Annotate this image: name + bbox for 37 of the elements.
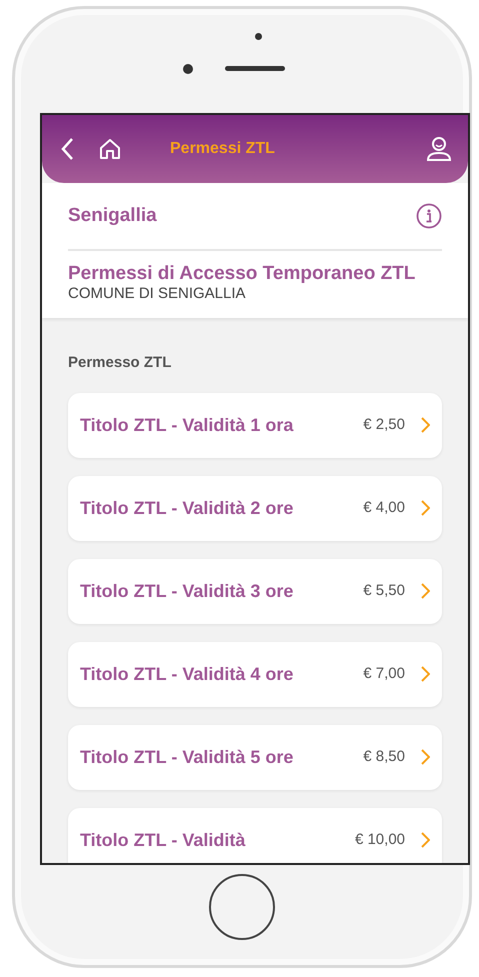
service-subtitle: COMUNE DI SENIGALLIA: [68, 286, 247, 302]
permit-card[interactable]: Titolo ZTL - Validità 3 ore € 5,50: [68, 558, 442, 624]
permit-price: € 7,00: [363, 664, 405, 684]
back-icon[interactable]: [60, 137, 74, 161]
permit-title: Titolo ZTL - Validità: [80, 830, 246, 852]
permit-card[interactable]: Titolo ZTL - Validità 5 ore € 8,50: [68, 724, 442, 790]
home-icon[interactable]: [98, 137, 122, 161]
permit-card[interactable]: Titolo ZTL - Validità € 10,00: [68, 808, 442, 863]
permit-title: Titolo ZTL - Validità 4 ore: [80, 664, 294, 686]
permit-title: Titolo ZTL - Validità 2 ore: [80, 498, 294, 520]
permit-price: € 2,50: [363, 415, 405, 436]
sensor-dot: [255, 33, 262, 40]
permit-price: € 4,00: [363, 498, 405, 518]
chevron-right-icon: [421, 832, 430, 848]
speaker-grille: [225, 66, 285, 71]
chevron-right-icon: [421, 500, 430, 516]
permit-title: Titolo ZTL - Validità 1 ora: [80, 414, 294, 436]
chevron-right-icon: [421, 583, 430, 600]
permit-price: € 8,50: [363, 747, 405, 768]
home-button[interactable]: [209, 874, 275, 940]
city-name: Senigallia: [68, 204, 157, 228]
chevron-right-icon: [421, 417, 430, 434]
service-title: Permessi di Accesso Temporaneo ZTL: [68, 263, 416, 286]
chevron-right-icon: [421, 749, 430, 766]
user-icon[interactable]: [426, 136, 452, 162]
info-icon[interactable]: [416, 203, 442, 229]
header-title: Permessi ZTL: [170, 139, 275, 159]
section-label: Permesso ZTL: [67, 353, 172, 374]
permit-title: Titolo ZTL - Validità 3 ore: [80, 580, 294, 602]
permit-card[interactable]: Titolo ZTL - Validità 1 ora € 2,50: [68, 392, 442, 458]
permit-card[interactable]: Titolo ZTL - Validità 2 ore € 4,00: [68, 476, 442, 541]
permit-title: Titolo ZTL - Validità 5 ore: [80, 746, 294, 768]
permit-card[interactable]: Titolo ZTL - Validità 4 ore € 7,00: [68, 642, 442, 707]
chevron-right-icon: [421, 666, 430, 682]
camera-lens: [183, 64, 193, 74]
permit-price: € 10,00: [354, 830, 405, 850]
permit-price: € 5,50: [363, 581, 405, 602]
